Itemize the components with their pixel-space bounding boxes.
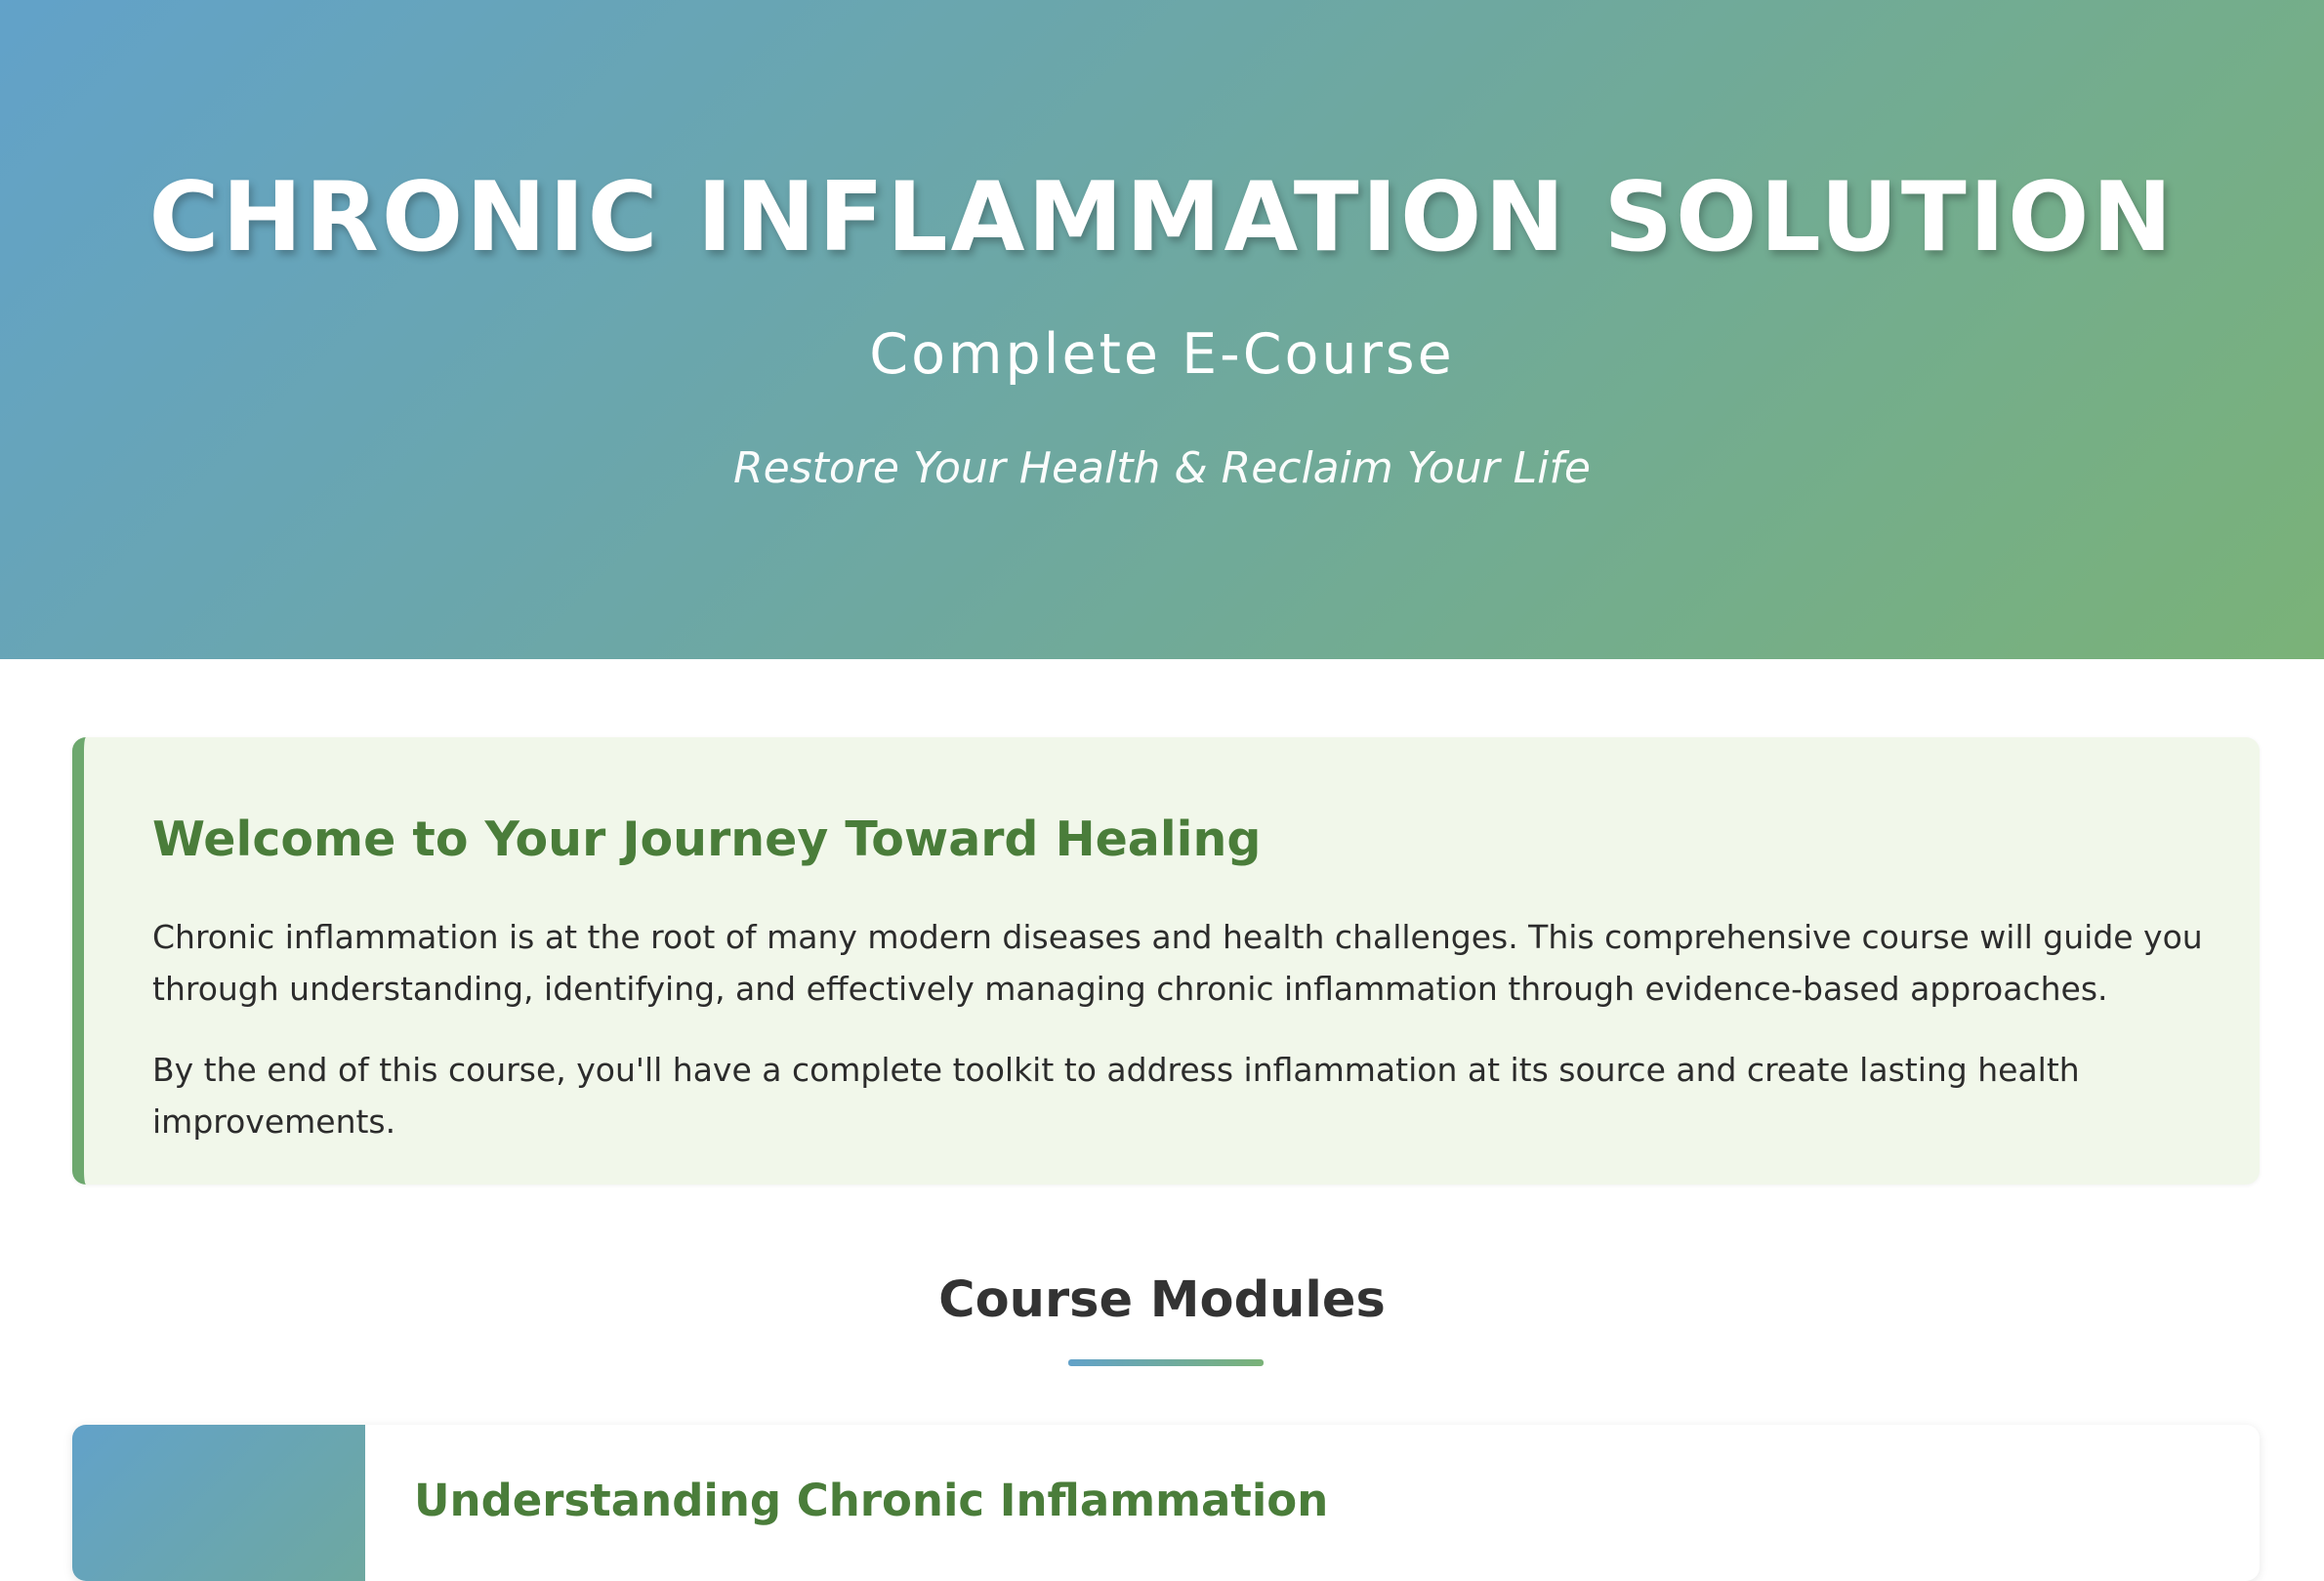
modules-heading-underline [1068,1359,1264,1366]
module-title[interactable]: Understanding Chronic Inflammation [414,1472,1328,1530]
modules-heading: Course Modules [938,1271,1386,1329]
module-card-accent [72,1425,365,1581]
course-tagline: Restore Your Health & Reclaim Your Life [733,443,1591,493]
welcome-title: Welcome to Your Journey Toward Healing [152,811,1262,867]
hero-banner: CHRONIC INFLAMMATION SOLUTION Complete E… [0,0,2324,659]
welcome-paragraph-2: By the end of this course, you'll have a… [152,1051,2080,1141]
course-title: CHRONIC INFLAMMATION SOLUTION [148,162,2176,273]
welcome-section: Welcome to Your Journey Toward Healing C… [72,737,2260,1185]
welcome-paragraph-1: Chronic inflammation is at the root of m… [152,918,2203,1008]
course-subtitle: Complete E-Course [869,322,1455,387]
module-card[interactable]: Understanding Chronic Inflammation [72,1425,2260,1581]
